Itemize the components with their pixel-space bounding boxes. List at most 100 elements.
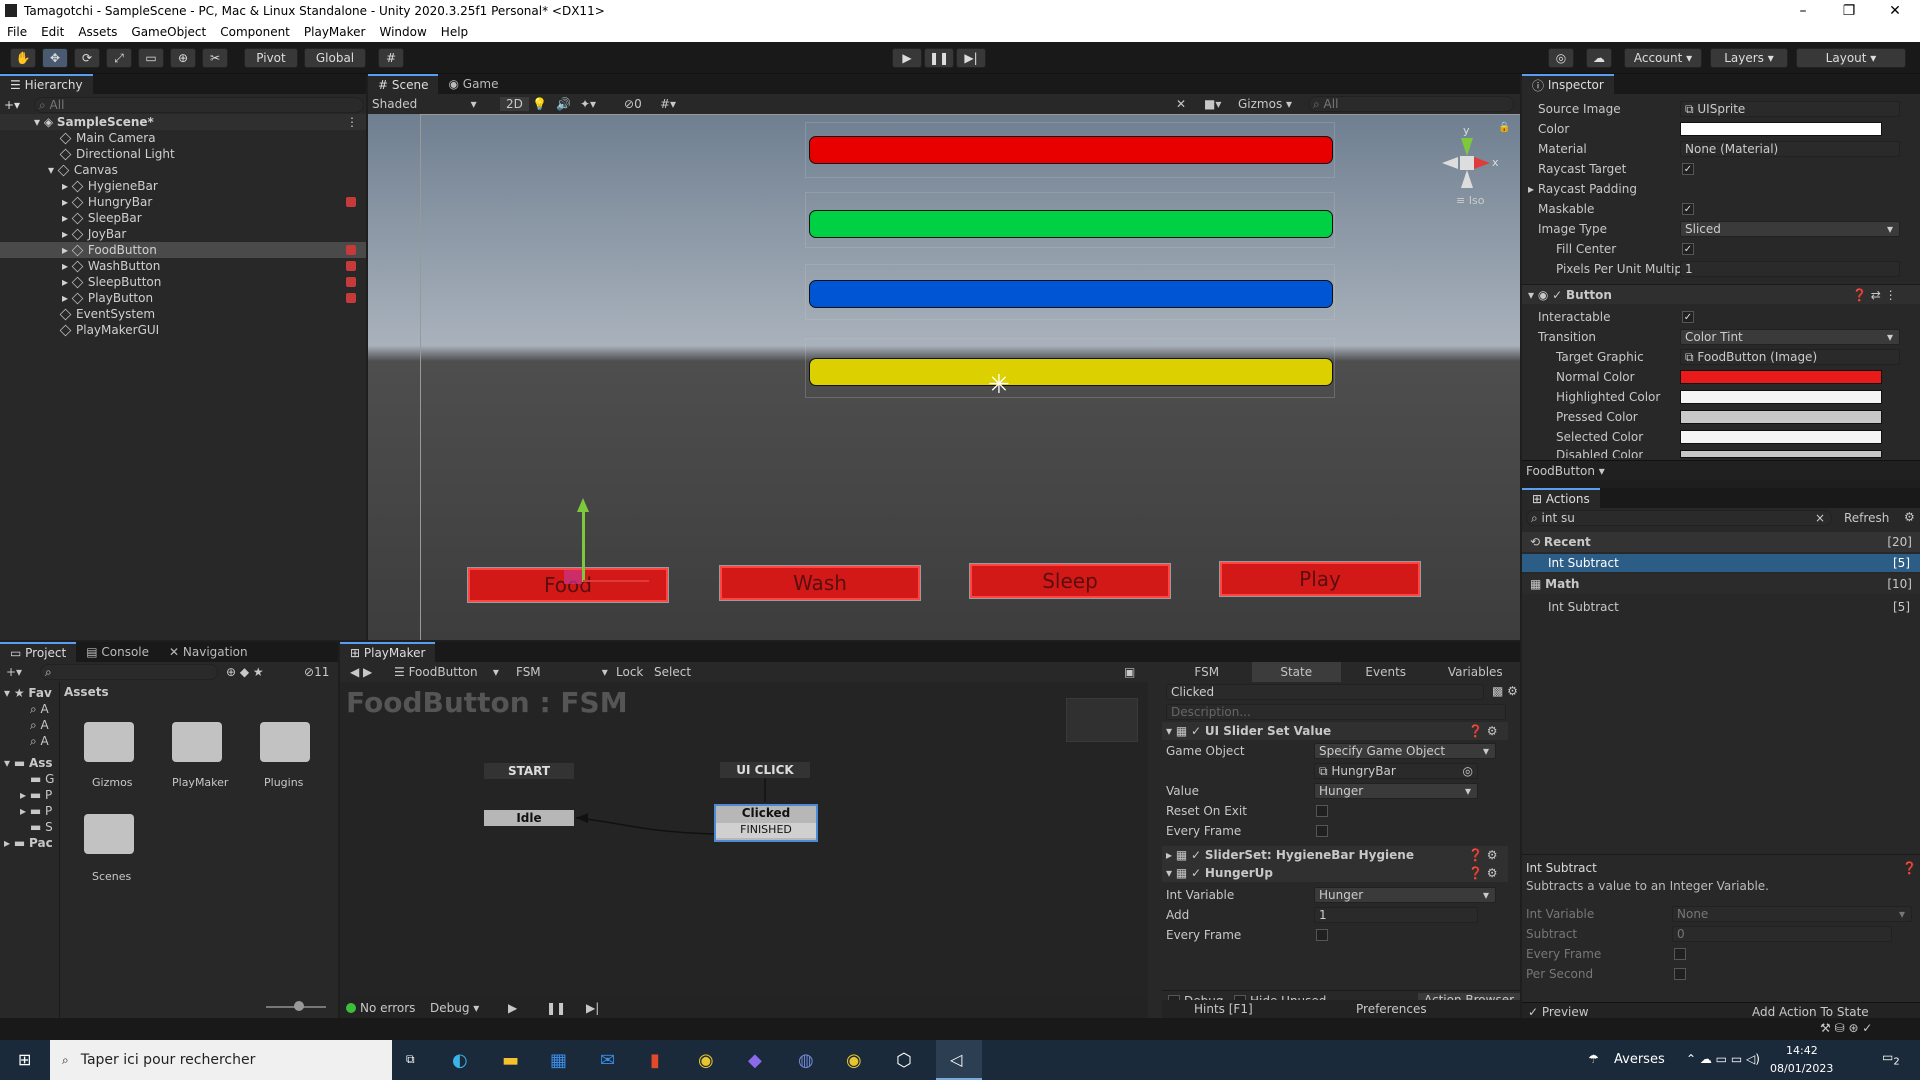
folder-icon[interactable]: [260, 722, 310, 762]
audio-icon[interactable]: 🔊: [556, 97, 571, 111]
int-variable-dropdown[interactable]: Hunger ▾: [1314, 887, 1496, 903]
tab-variables[interactable]: Variables: [1431, 662, 1521, 682]
recent-category[interactable]: ⟲ Recent [20]: [1522, 532, 1920, 552]
tab-game[interactable]: ◉ Game: [438, 74, 508, 94]
reset-on-exit-checkbox[interactable]: [1316, 805, 1328, 817]
assets-folder[interactable]: ▾ ▬ Ass: [4, 756, 53, 770]
object-dropdown[interactable]: ☰ FoodButton ▾: [394, 665, 499, 679]
folder-icon[interactable]: [172, 722, 222, 762]
tools-icon[interactable]: ✕: [1176, 97, 1186, 111]
collab-icon[interactable]: ◎: [1548, 48, 1574, 68]
tab-project[interactable]: ▭ Project: [0, 642, 77, 662]
highlighted-color-swatch[interactable]: [1680, 390, 1882, 404]
folder-icon[interactable]: [84, 814, 134, 854]
office-icon[interactable]: ▮: [650, 1050, 660, 1071]
menu-edit[interactable]: Edit: [34, 25, 71, 39]
state-name-input[interactable]: Clicked: [1166, 684, 1484, 700]
maskable-checkbox[interactable]: ✓: [1682, 203, 1694, 215]
hierarchy-item-foodbutton[interactable]: ▸ FoodButton: [0, 242, 366, 258]
source-image-field[interactable]: ⧉ UISprite: [1680, 101, 1900, 117]
favorites-folder[interactable]: ▾ ★ Fav: [4, 686, 52, 700]
project-search-input[interactable]: ⌕: [40, 664, 218, 680]
component-help-icon[interactable]: ❓ ⇄ ⋮: [1852, 288, 1897, 302]
taskbar-search-box[interactable]: ⌕ Taper ici pour rechercher: [50, 1040, 392, 1080]
menu-gameobject[interactable]: GameObject: [124, 25, 213, 39]
custom-tool-icon[interactable]: ✂: [202, 48, 228, 68]
scale-tool-icon[interactable]: ⤢: [106, 48, 132, 68]
projection-label[interactable]: ≡ Iso: [1456, 194, 1484, 207]
hierarchy-item-playmakergui[interactable]: PlayMakerGUI: [0, 322, 159, 338]
hidden-icon[interactable]: ⊘11: [304, 665, 329, 679]
zoom-slider-thumb[interactable]: [294, 1001, 304, 1011]
every-frame-checkbox[interactable]: [1316, 825, 1328, 837]
state-settings-icon[interactable]: ▩ ⚙: [1492, 684, 1518, 698]
hierarchy-item-directional-light[interactable]: Directional Light: [0, 146, 175, 162]
camera-icon[interactable]: ■▾: [1204, 97, 1221, 111]
chrome-icon[interactable]: ◉: [698, 1050, 714, 1071]
selected-color-swatch[interactable]: [1680, 430, 1882, 444]
lighting-icon[interactable]: 💡: [532, 97, 547, 111]
tab-state[interactable]: State: [1251, 662, 1341, 682]
image-type-dropdown[interactable]: Sliced ▾: [1680, 221, 1900, 237]
move-gizmo-plane[interactable]: [564, 570, 582, 584]
scene-menu-icon[interactable]: ⋮: [346, 115, 358, 129]
shading-dropdown[interactable]: Shaded ▾: [372, 97, 477, 111]
add-action-button[interactable]: Add Action To State: [1752, 1005, 1869, 1019]
fsm-dropdown[interactable]: FSM ▾: [516, 665, 608, 679]
folder-icon[interactable]: [84, 722, 134, 762]
folder-icon[interactable]: ▬ S: [30, 820, 53, 834]
value-variable-dropdown[interactable]: Hunger ▾: [1314, 783, 1478, 799]
unity-hub-icon[interactable]: ⬡: [896, 1050, 912, 1071]
math-category[interactable]: ▦ Math [10]: [1522, 574, 1920, 594]
scene-search-input[interactable]: ⌕ All: [1308, 96, 1514, 112]
tab-scene[interactable]: # Scene: [368, 74, 439, 94]
tab-console[interactable]: ▤ Console: [76, 642, 159, 662]
lock-icon[interactable]: 🔒: [1498, 122, 1510, 133]
hierarchy-item-main-camera[interactable]: Main Camera: [0, 130, 156, 146]
create-icon[interactable]: +▾: [6, 665, 22, 679]
filter-icon[interactable]: ⊕ ◆ ★: [226, 665, 264, 679]
chrome-2-icon[interactable]: ◉: [846, 1050, 862, 1071]
fsm-pause-icon[interactable]: ❚❚: [546, 1001, 566, 1015]
preferences-button[interactable]: Preferences: [1356, 1002, 1427, 1016]
hierarchy-item-joybar[interactable]: ▸ JoyBar: [0, 226, 126, 242]
folder-icon[interactable]: ▸ ▬ P: [20, 804, 52, 818]
action-help-icon[interactable]: ❓ ⚙: [1468, 724, 1498, 738]
weather-icon[interactable]: ☂: [1588, 1052, 1599, 1066]
transition-dropdown[interactable]: Color Tint ▾: [1680, 329, 1900, 345]
action-item-int-subtract-2[interactable]: Int Subtract [5]: [1522, 598, 1920, 616]
help-icon[interactable]: ❓: [1902, 861, 1917, 875]
menu-playmaker[interactable]: PlayMaker: [297, 25, 373, 39]
tab-navigation[interactable]: ✕ Navigation: [159, 642, 258, 662]
account-dropdown[interactable]: Account ▾: [1624, 48, 1702, 68]
status-icons[interactable]: ⚒ ⛁ ⊛ ✓: [1820, 1021, 1872, 1035]
add-value-input[interactable]: 1: [1314, 907, 1478, 923]
material-field[interactable]: None (Material): [1680, 141, 1900, 157]
refresh-button[interactable]: Refresh: [1844, 511, 1889, 525]
unity-editor-taskbar-button[interactable]: ◁: [936, 1040, 982, 1080]
color-swatch[interactable]: [1680, 122, 1882, 136]
disabled-color-swatch[interactable]: [1680, 450, 1882, 458]
play-button-scene[interactable]: Play: [1219, 561, 1421, 597]
hierarchy-item-hungrybar[interactable]: ▸ HungryBar: [0, 194, 366, 210]
move-gizmo-y[interactable]: [582, 508, 585, 582]
settings-icon[interactable]: ⚙: [1904, 510, 1915, 524]
lock-button[interactable]: Lock: [616, 665, 643, 679]
fsm-step-icon[interactable]: ▶|: [586, 1001, 599, 1015]
minimap-toggle-icon[interactable]: ▣: [1124, 665, 1135, 679]
effects-icon[interactable]: ✦▾: [580, 97, 596, 111]
pressed-color-swatch[interactable]: [1680, 410, 1882, 424]
notification-icon[interactable]: ▭2: [1882, 1050, 1900, 1067]
sleep-button[interactable]: Sleep: [969, 563, 1171, 599]
fill-center-checkbox[interactable]: ✓: [1682, 243, 1694, 255]
hierarchy-item-sleepbutton[interactable]: ▸ SleepButton: [0, 274, 366, 290]
inspector-footer[interactable]: FoodButton ▾: [1522, 460, 1920, 480]
gizmos-dropdown[interactable]: Gizmos ▾: [1238, 97, 1292, 111]
action-header-hungerup[interactable]: ▾ ▦ ✓ HungerUp ❓ ⚙: [1162, 864, 1508, 882]
layout-dropdown[interactable]: Layout ▾: [1796, 48, 1906, 68]
add-icon[interactable]: +▾: [4, 98, 20, 112]
action-item-int-subtract[interactable]: Int Subtract [5]: [1522, 554, 1920, 572]
interactable-checkbox[interactable]: ✓: [1682, 311, 1694, 323]
hierarchy-item-eventsystem[interactable]: EventSystem: [0, 306, 155, 322]
every-frame-checkbox[interactable]: [1316, 929, 1328, 941]
